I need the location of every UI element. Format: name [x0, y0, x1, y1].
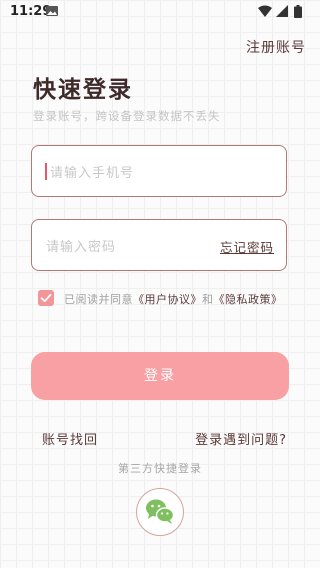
login-button[interactable]: 登录: [31, 352, 289, 400]
signal-icon: [276, 5, 288, 17]
agreement-checkbox[interactable]: [38, 290, 54, 306]
phone-placeholder: 请输入手机号: [50, 166, 135, 181]
wifi-icon: [258, 5, 272, 17]
login-problem-link[interactable]: 登录遇到问题?: [195, 429, 287, 448]
wechat-icon: [146, 499, 175, 524]
wechat-login-button[interactable]: [136, 488, 184, 536]
agreement-prefix: 已阅读并同意: [64, 293, 133, 306]
forgot-password-link[interactable]: 忘记密码: [220, 237, 274, 256]
agreement-text: 已阅读并同意《用户协议》和《隐私政策》: [64, 291, 283, 307]
agreement-and: 和: [202, 293, 214, 306]
page-subtitle: 登录账号，跨设备登录数据不丢失: [33, 109, 221, 123]
password-input[interactable]: 请输入密码 忘记密码: [31, 219, 287, 271]
account-recovery-link[interactable]: 账号找回: [42, 429, 98, 448]
register-link[interactable]: 注册账号: [246, 37, 306, 57]
password-placeholder: 请输入密码: [46, 240, 117, 255]
checkmark-icon: [40, 293, 52, 303]
battery-icon: [294, 5, 302, 18]
status-bar: 11:29: [0, 0, 320, 22]
user-agreement-link[interactable]: 《用户协议》: [133, 293, 202, 306]
third-party-login-label: 第三方快捷登录: [118, 462, 202, 475]
image-notification-icon: [46, 6, 58, 16]
phone-input[interactable]: 请输入手机号: [31, 145, 287, 197]
page-title: 快速登录: [33, 77, 133, 103]
text-cursor: [45, 163, 47, 180]
privacy-policy-link[interactable]: 《隐私政策》: [214, 293, 283, 306]
